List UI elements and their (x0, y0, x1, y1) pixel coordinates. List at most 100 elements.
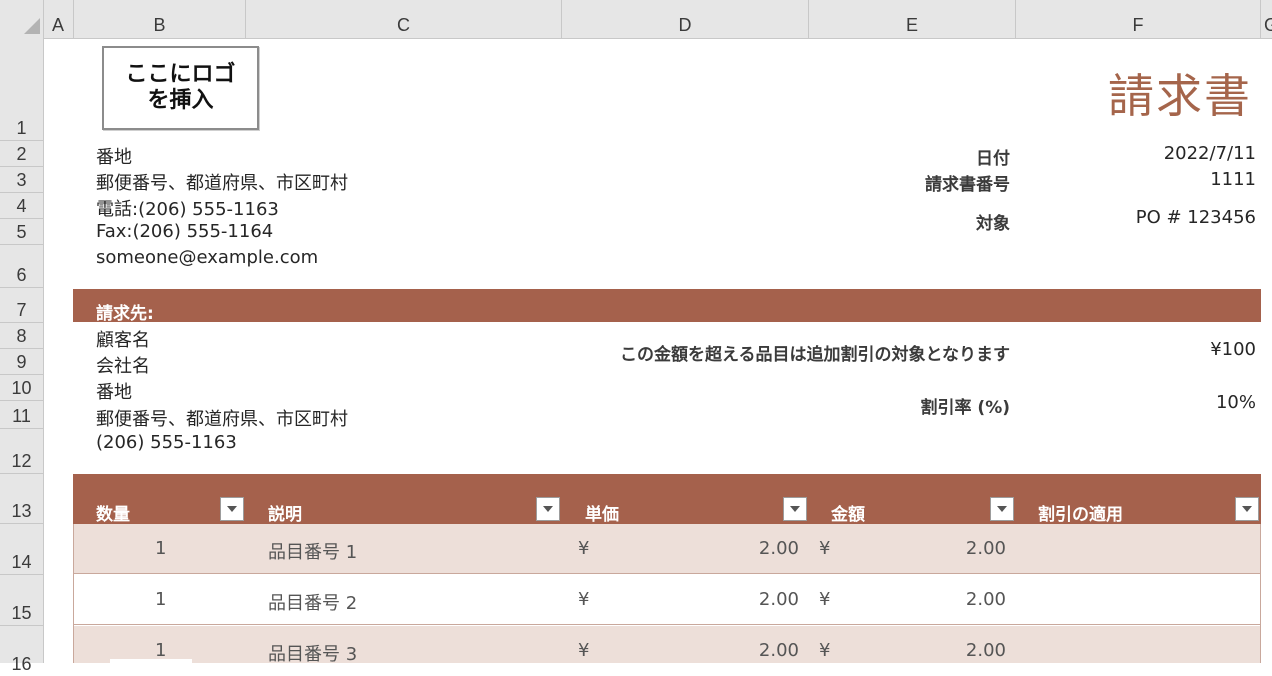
sender-city[interactable]: 郵便番号、都道府県、市区町村 (96, 169, 348, 195)
row-number: 2 (16, 144, 27, 164)
filter-dropdown-discount-icon[interactable] (1235, 497, 1259, 521)
sheet-tab-edge (110, 659, 192, 663)
row-amount-currency: ¥ (819, 538, 831, 559)
row-amount[interactable]: 2.00 (966, 640, 1006, 661)
discount-threshold-value[interactable]: ¥100 (1210, 339, 1256, 360)
row-header-7[interactable]: 7 (0, 288, 43, 323)
column-header-c[interactable]: C (246, 0, 562, 38)
row-header-13[interactable]: 13 (0, 474, 43, 524)
row-amount[interactable]: 2.00 (966, 589, 1006, 610)
row-header-1[interactable]: 1 (0, 38, 43, 141)
row-number: 3 (16, 170, 27, 190)
discount-threshold-label: この金額を超える品目は追加割引の対象となります (620, 345, 1010, 365)
row-header-bar: 1 2 3 4 5 6 7 8 9 10 11 12 13 14 15 16 (0, 38, 44, 674)
table-header-amount[interactable]: 金額 (831, 500, 865, 525)
logo-placeholder[interactable]: ここにロゴ を挿入 (102, 46, 259, 130)
table-right-border (1260, 524, 1261, 663)
row-amount-currency: ¥ (819, 640, 831, 661)
row-number: 9 (16, 352, 27, 372)
invoice-title: 請求書 (1108, 69, 1252, 123)
sender-street[interactable]: 番地 (96, 143, 132, 169)
discount-rate-label: 割引率 (%) (920, 398, 1011, 418)
row-header-6[interactable]: 6 (0, 245, 43, 288)
row-number: 10 (11, 378, 32, 398)
row-number: 1 (16, 118, 27, 138)
row-unit-currency: ¥ (578, 640, 590, 661)
customer-name[interactable]: 顧客名 (96, 326, 150, 352)
row-number: 15 (11, 603, 32, 623)
bill-to-street[interactable]: 番地 (96, 378, 132, 404)
bill-to-header-band: 請求先: (73, 289, 1261, 324)
row-unit-price[interactable]: 2.00 (759, 538, 799, 559)
column-header-bar: A B C D E F G (0, 0, 1272, 39)
row-description[interactable]: 品目番号 1 (268, 538, 357, 564)
target-label: 対象 (976, 214, 1010, 234)
logo-text-line1: ここにロゴ (125, 62, 236, 87)
row-header-9[interactable]: 9 (0, 349, 43, 375)
row-header-11[interactable]: 11 (0, 401, 43, 429)
table-row[interactable] (73, 575, 1261, 625)
invoice-number-label: 請求書番号 (925, 175, 1010, 195)
row-number: 5 (16, 222, 27, 242)
logo-text-line2: を挿入 (147, 88, 214, 113)
select-all-triangle-icon (24, 18, 40, 34)
row-header-8[interactable]: 8 (0, 323, 43, 349)
filter-dropdown-quantity-icon[interactable] (220, 497, 244, 521)
column-header-b[interactable]: B (74, 0, 246, 38)
row-quantity[interactable]: 1 (155, 589, 166, 610)
target-value[interactable]: PO # 123456 (1136, 207, 1256, 228)
column-header-d[interactable]: D (562, 0, 809, 38)
table-header-discount-applied[interactable]: 割引の適用 (1038, 500, 1123, 525)
row-header-14[interactable]: 14 (0, 524, 43, 575)
column-header-e[interactable]: E (809, 0, 1016, 38)
bill-to-header[interactable]: 請求先: (96, 299, 154, 324)
row-quantity[interactable]: 1 (155, 538, 166, 559)
row-header-16[interactable]: 16 (0, 626, 43, 676)
date-label: 日付 (976, 149, 1010, 169)
table-header-quantity[interactable]: 数量 (96, 500, 130, 525)
date-value[interactable]: 2022/7/11 (1164, 143, 1256, 164)
column-header-a[interactable]: A (43, 0, 74, 38)
row-description[interactable]: 品目番号 2 (268, 589, 357, 615)
table-row[interactable] (73, 524, 1261, 574)
row-header-15[interactable]: 15 (0, 575, 43, 626)
row-quantity[interactable]: 1 (155, 640, 166, 661)
row-number: 16 (11, 654, 32, 674)
row-header-2[interactable]: 2 (0, 141, 43, 167)
sender-email[interactable]: someone@example.com (96, 247, 318, 268)
row-header-10[interactable]: 10 (0, 375, 43, 401)
bill-to-phone[interactable]: (206) 555-1163 (96, 432, 237, 453)
row-number: 12 (11, 451, 32, 471)
invoice-number-value[interactable]: 1111 (1210, 169, 1256, 190)
discount-rate-value[interactable]: 10% (1216, 392, 1256, 413)
row-description[interactable]: 品目番号 3 (268, 640, 357, 666)
sender-phone[interactable]: 電話:(206) 555-1163 (96, 195, 279, 221)
row-unit-price[interactable]: 2.00 (759, 589, 799, 610)
row-amount[interactable]: 2.00 (966, 538, 1006, 559)
company-name[interactable]: 会社名 (96, 352, 150, 378)
row-number: 11 (12, 406, 31, 426)
row-number: 8 (16, 326, 27, 346)
row-header-3[interactable]: 3 (0, 167, 43, 193)
row-unit-currency: ¥ (578, 538, 590, 559)
row-number: 4 (16, 196, 27, 216)
filter-dropdown-amount-icon[interactable] (990, 497, 1014, 521)
filter-dropdown-unit-price-icon[interactable] (783, 497, 807, 521)
table-row[interactable] (73, 626, 1261, 663)
row-header-12[interactable]: 12 (0, 429, 43, 474)
row-unit-price[interactable]: 2.00 (759, 640, 799, 661)
table-left-border (73, 524, 74, 663)
column-header-g[interactable]: G (1261, 0, 1272, 38)
row-header-5[interactable]: 5 (0, 219, 43, 245)
sender-fax[interactable]: Fax:(206) 555-1164 (96, 221, 273, 242)
bill-to-city[interactable]: 郵便番号、都道府県、市区町村 (96, 405, 348, 431)
table-header-unit-price[interactable]: 単価 (585, 500, 619, 525)
row-header-4[interactable]: 4 (0, 193, 43, 219)
filter-dropdown-description-icon[interactable] (536, 497, 560, 521)
table-header-description[interactable]: 説明 (268, 500, 302, 525)
row-number: 14 (11, 552, 32, 572)
row-number: 7 (16, 300, 27, 320)
select-all-button[interactable] (0, 0, 44, 38)
column-header-f[interactable]: F (1016, 0, 1261, 38)
row-number: 13 (11, 501, 32, 521)
